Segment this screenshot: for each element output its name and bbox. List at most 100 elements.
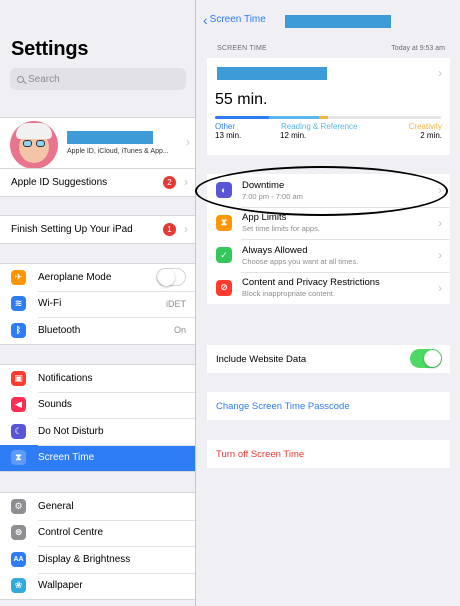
apple-id-suggestions-label: Apple ID Suggestions [11, 176, 108, 188]
option-title: Always Allowed [242, 244, 308, 256]
sidebar-item-aeroplane-mode[interactable]: ✈ Aeroplane Mode [0, 264, 195, 291]
gear-icon: ⚙ [11, 498, 26, 514]
chevron-right-icon: › [438, 248, 442, 263]
turn-off-screen-time-button[interactable]: Turn off Screen Time [216, 449, 304, 460]
chevron-right-icon: › [438, 280, 442, 295]
bluetooth-icon: ᛒ [11, 322, 26, 338]
sidebar-item-label: General [38, 500, 74, 512]
sidebar-item-bluetooth[interactable]: ᛒ Bluetooth On [0, 317, 195, 344]
apple-id-suggestions-group: Apple ID Suggestions 2 › [0, 168, 195, 197]
sidebar-item-control-centre[interactable]: ⊜ Control Centre [0, 519, 195, 547]
category-name: Creativity [408, 122, 442, 131]
settings-title: Settings [11, 38, 89, 60]
passcode-card[interactable]: Change Screen Time Passcode [207, 392, 450, 420]
bluetooth-value: On [173, 325, 186, 336]
always-allowed-row[interactable]: ✓ Always Allowed Choose apps you want at… [207, 239, 450, 272]
search-field[interactable]: Search [10, 68, 186, 90]
finish-setup-group: Finish Setting Up Your iPad 1 › [0, 215, 195, 244]
sidebar-item-label: Aeroplane Mode [38, 271, 112, 283]
turn-off-card[interactable]: Turn off Screen Time [207, 440, 450, 468]
category-name: Other [215, 122, 236, 131]
usage-bar-other [215, 116, 270, 119]
website-data-label: Include Website Data [216, 354, 307, 365]
option-subtitle: Choose apps you want at all times. [242, 256, 359, 266]
usage-timestamp: Today at 9:53 am [391, 45, 445, 52]
switches-icon: ⊜ [11, 525, 26, 541]
hourglass-icon: ⧗ [11, 450, 26, 466]
chevron-right-icon: › [184, 222, 188, 237]
sidebar-item-general[interactable]: ⚙ General [0, 493, 195, 520]
chevron-left-icon: ‹ [203, 11, 208, 28]
system-group: ▣ Notifications ◀ Sounds ☾ Do Not Distur… [0, 364, 195, 472]
airplane-icon: ✈ [11, 269, 26, 285]
sidebar-item-notifications[interactable]: ▣ Notifications [0, 365, 195, 392]
display-icon: AA [11, 551, 26, 567]
wallpaper-icon: ❀ [11, 578, 26, 594]
content-privacy-row[interactable]: ⊘ Content and Privacy Restrictions Block… [207, 271, 450, 305]
option-subtitle: Block inappropriate content. [242, 289, 335, 299]
chevron-right-icon: › [184, 175, 188, 190]
chevron-right-icon: › [186, 135, 190, 149]
apple-id-profile[interactable]: Apple ID, iCloud, iTunes & App... › [0, 117, 195, 169]
avatar [10, 121, 58, 169]
sidebar-item-display-brightness[interactable]: AA Display & Brightness [0, 546, 195, 573]
hourglass-icon: ⧗ [216, 214, 232, 231]
usage-summary-card[interactable]: › 55 min. Other 13 min. Reading & Refere… [207, 58, 450, 155]
category-other: Other 13 min. [215, 122, 241, 140]
general-group: ⚙ General ⊜ Control Centre AA Display & … [0, 492, 195, 600]
sidebar-item-screen-time[interactable]: ⧗ Screen Time [0, 444, 195, 471]
sidebar-item-do-not-disturb[interactable]: ☾ Do Not Disturb [0, 418, 195, 445]
website-data-toggle[interactable] [410, 349, 442, 368]
wifi-icon: ≋ [11, 296, 26, 312]
connectivity-group: ✈ Aeroplane Mode ≋ Wi-Fi iDET ᛒ Bluetoot… [0, 263, 195, 345]
finish-setup-row[interactable]: Finish Setting Up Your iPad 1 › [0, 216, 195, 243]
sidebar-item-sounds[interactable]: ◀ Sounds [0, 391, 195, 419]
profile-subtitle: Apple ID, iCloud, iTunes & App... [67, 148, 169, 155]
moon-icon: ☾ [11, 423, 26, 439]
search-icon [17, 75, 24, 83]
screen-time-caption: SCREEN TIME [217, 45, 267, 52]
nav-title-redacted [285, 15, 391, 28]
checkmark-icon: ✓ [216, 247, 232, 264]
usage-bar [215, 116, 441, 119]
sidebar-item-label: Do Not Disturb [38, 425, 104, 437]
sidebar-item-label: Display & Brightness [38, 553, 131, 565]
sidebar-item-wifi[interactable]: ≋ Wi-Fi iDET [0, 290, 195, 318]
option-title: Content and Privacy Restrictions [242, 277, 380, 289]
settings-sidebar: Settings Search Apple ID, iCloud, iTunes… [0, 0, 196, 606]
back-button[interactable]: ‹ Screen Time [203, 11, 266, 28]
profile-name-redacted [67, 131, 153, 144]
sidebar-item-label: Wallpaper [38, 580, 83, 592]
category-reading: Reading & Reference 12 min. [280, 122, 358, 140]
category-time: 12 min. [280, 131, 307, 140]
screen-time-pane: ‹ Screen Time SCREEN TIME Today at 9:53 … [197, 0, 460, 606]
annotation-ellipse [195, 166, 448, 216]
suggestions-badge: 2 [163, 175, 176, 189]
device-name-redacted [217, 67, 327, 80]
sidebar-item-wallpaper[interactable]: ❀ Wallpaper [0, 572, 195, 600]
sidebar-item-label: Bluetooth [38, 324, 81, 336]
sidebar-item-label: Notifications [38, 372, 93, 384]
restriction-icon: ⊘ [216, 279, 232, 296]
sidebar-item-label: Control Centre [38, 527, 104, 539]
apple-id-suggestions-row[interactable]: Apple ID Suggestions 2 › [0, 169, 195, 196]
usage-bar-reading [269, 116, 319, 119]
finish-setup-badge: 1 [163, 222, 176, 236]
category-time: 2 min. [420, 131, 442, 140]
category-time: 13 min. [215, 131, 242, 140]
option-subtitle: Set time limits for apps. [242, 224, 320, 234]
category-creativity: Creativity 2 min. [409, 122, 442, 140]
sidebar-item-label: Screen Time [38, 452, 95, 464]
sounds-icon: ◀ [11, 397, 26, 413]
wifi-network-value: iDET [166, 298, 186, 309]
change-passcode-link[interactable]: Change Screen Time Passcode [216, 401, 350, 412]
aeroplane-mode-toggle[interactable] [156, 268, 186, 287]
sidebar-item-label: Wi-Fi [38, 298, 62, 310]
usage-bar-creativity [318, 116, 328, 119]
finish-setup-label: Finish Setting Up Your iPad [11, 223, 133, 235]
chevron-right-icon: › [438, 66, 442, 80]
chevron-right-icon: › [438, 215, 442, 230]
search-placeholder: Search [28, 73, 60, 85]
category-name: Reading & Reference [281, 122, 358, 131]
notifications-icon: ▣ [11, 370, 26, 386]
